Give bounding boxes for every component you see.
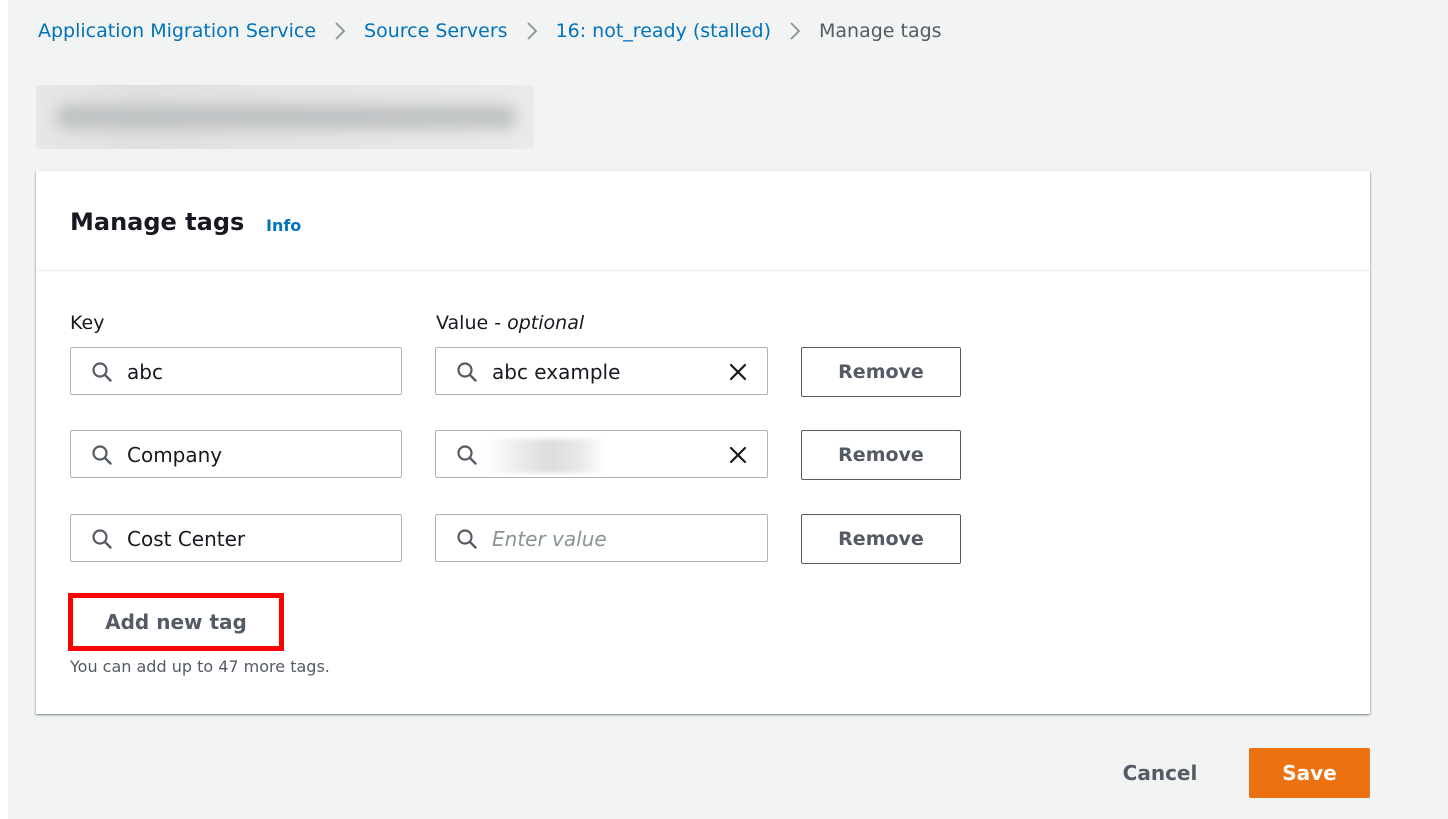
redacted-text xyxy=(56,105,516,129)
search-icon xyxy=(92,362,112,382)
close-icon[interactable] xyxy=(727,444,749,466)
value-column-label: Value - optional xyxy=(436,312,584,334)
tag-value-input[interactable]: abc example xyxy=(435,347,768,395)
breadcrumb-link-server[interactable]: 16: not_ready (stalled) xyxy=(556,20,771,42)
remove-tag-button[interactable]: Remove xyxy=(801,514,961,564)
tag-key-value: abc xyxy=(127,360,163,384)
panel-header: Manage tags Info xyxy=(36,171,1370,271)
page-title-redacted xyxy=(36,85,534,149)
tag-key-input[interactable]: abc xyxy=(70,347,402,395)
cancel-button[interactable]: Cancel xyxy=(1113,748,1207,798)
tag-key-value: Cost Center xyxy=(127,527,246,551)
search-icon xyxy=(92,445,112,465)
manage-tags-panel: Manage tags Info Key Value - optional ab… xyxy=(36,171,1370,714)
tag-value-value: abc example xyxy=(492,360,621,384)
add-new-tag-button[interactable]: Add new tag xyxy=(68,593,284,651)
chevron-right-icon xyxy=(334,21,346,41)
value-label-text: Value - xyxy=(436,312,508,334)
breadcrumb: Application Migration Service Source Ser… xyxy=(38,17,942,45)
tag-key-input[interactable]: Company xyxy=(70,430,402,478)
search-icon xyxy=(457,445,477,465)
search-icon xyxy=(457,529,477,549)
chevron-right-icon xyxy=(789,21,801,41)
breadcrumb-link-source-servers[interactable]: Source Servers xyxy=(364,20,508,42)
tag-key-value: Company xyxy=(127,443,223,467)
tag-value-input[interactable]: Enter value xyxy=(435,514,768,562)
tag-value-placeholder: Enter value xyxy=(492,527,607,551)
tag-value-input[interactable] xyxy=(435,430,768,478)
chevron-right-icon xyxy=(526,21,538,41)
panel-title: Manage tags xyxy=(70,208,245,236)
info-link[interactable]: Info xyxy=(266,216,301,235)
remove-tag-button[interactable]: Remove xyxy=(801,430,961,480)
breadcrumb-current: Manage tags xyxy=(819,20,942,42)
key-column-label: Key xyxy=(70,312,105,334)
search-icon xyxy=(457,362,477,382)
save-button[interactable]: Save xyxy=(1249,748,1370,798)
redacted-value xyxy=(486,439,604,473)
breadcrumb-link-application-migration-service[interactable]: Application Migration Service xyxy=(38,20,316,42)
optional-label: optional xyxy=(507,312,585,334)
tag-key-input[interactable]: Cost Center xyxy=(70,514,402,562)
search-icon xyxy=(92,529,112,549)
tag-limit-hint: You can add up to 47 more tags. xyxy=(70,657,330,676)
remove-tag-button[interactable]: Remove xyxy=(801,347,961,397)
close-icon[interactable] xyxy=(727,361,749,383)
